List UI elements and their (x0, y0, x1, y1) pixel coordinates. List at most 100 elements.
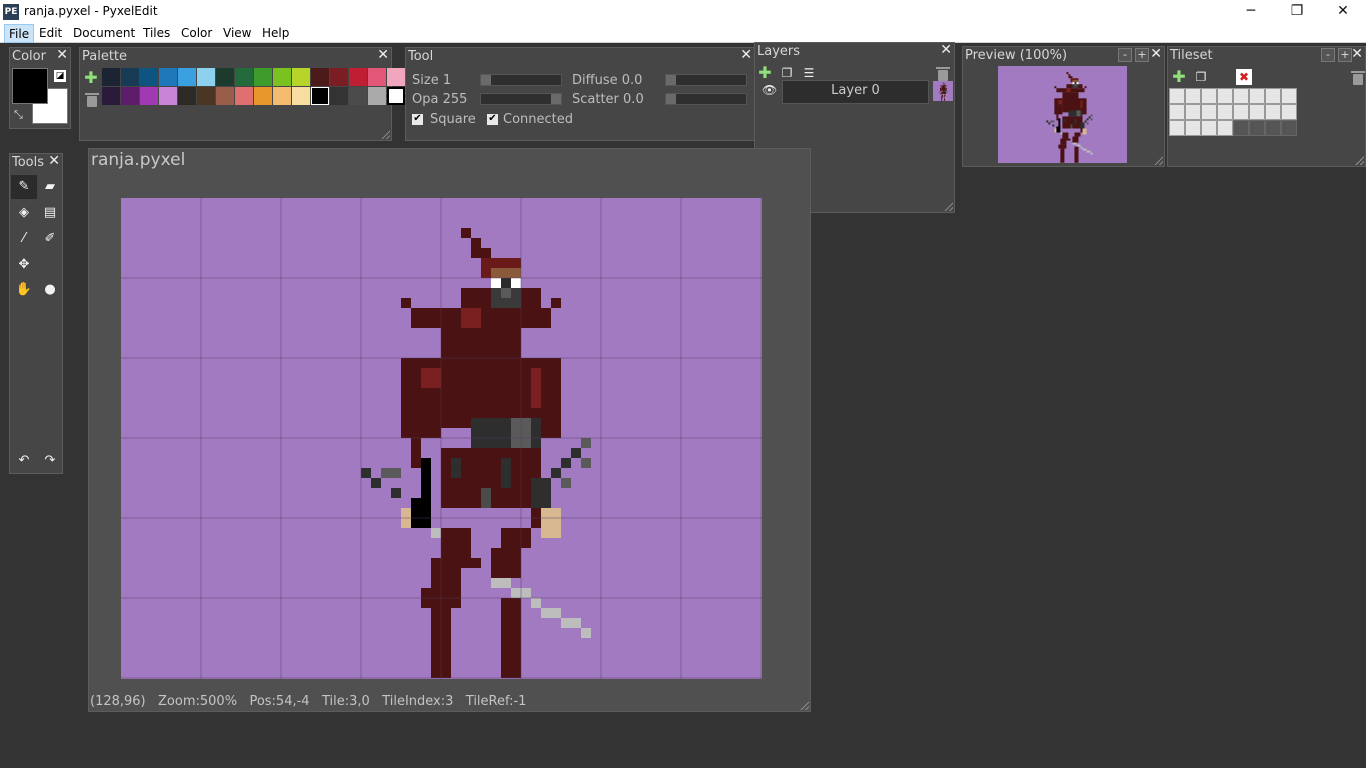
palette-swatch[interactable] (349, 68, 367, 86)
palette-swatch[interactable] (216, 68, 234, 86)
eye-icon[interactable]: 👁 (762, 83, 777, 97)
close-icon[interactable]: ✕ (940, 42, 952, 58)
slider-knob[interactable] (666, 75, 676, 85)
palette-swatch[interactable] (330, 87, 348, 105)
hand-icon[interactable]: ✋ (11, 278, 37, 302)
close-icon[interactable]: ✕ (1150, 46, 1162, 62)
close-icon[interactable]: ✕ (740, 47, 752, 63)
palette-swatch[interactable] (292, 87, 310, 105)
foreground-color-swatch[interactable] (12, 68, 48, 104)
resize-grip[interactable] (1154, 156, 1163, 165)
palette-swatch[interactable] (121, 68, 139, 86)
tile-cell[interactable] (1281, 104, 1297, 120)
canvas-drawing[interactable] (121, 198, 762, 679)
zoom-icon[interactable]: ● (37, 278, 63, 302)
fill-bucket-icon[interactable]: ◈ (11, 201, 37, 225)
minimize-button[interactable]: ─ (1228, 0, 1274, 24)
tile-cell[interactable] (1201, 104, 1217, 120)
brush-icon[interactable]: ✐ (37, 227, 63, 251)
menu-file[interactable]: File (4, 24, 35, 43)
palette-swatch[interactable] (197, 87, 215, 105)
close-window-button[interactable]: ✕ (1320, 0, 1366, 24)
add-color-icon[interactable]: ✚ (82, 69, 100, 87)
tile-cell[interactable] (1265, 88, 1281, 104)
square-checkbox[interactable]: ✔ (412, 114, 423, 125)
menu-color[interactable]: Color (177, 24, 216, 43)
zoom-in-button[interactable]: + (1135, 48, 1149, 62)
palette-swatch[interactable] (349, 87, 367, 105)
diffuse-slider[interactable] (665, 74, 747, 86)
connected-checkbox[interactable]: ✔ (487, 114, 498, 125)
tile-cell[interactable] (1249, 120, 1265, 136)
palette-swatch[interactable] (216, 87, 234, 105)
palette-swatch[interactable] (140, 87, 158, 105)
palette-swatch[interactable] (368, 68, 386, 86)
palette-swatch[interactable] (387, 68, 405, 86)
select-icon[interactable]: ▤ (37, 201, 63, 225)
close-icon[interactable]: ✕ (48, 153, 60, 169)
tile-cell[interactable] (1265, 104, 1281, 120)
palette-swatch[interactable] (178, 87, 196, 105)
slider-knob[interactable] (666, 94, 676, 104)
menu-edit[interactable]: Edit (35, 24, 66, 43)
tile-cell[interactable] (1169, 120, 1185, 136)
restore-button[interactable]: ❐ (1274, 0, 1320, 24)
close-icon[interactable]: ✕ (1351, 46, 1363, 62)
palette-swatch[interactable] (102, 87, 120, 105)
palette-swatch[interactable] (273, 68, 291, 86)
palette-swatch[interactable] (292, 68, 310, 86)
palette-swatch[interactable] (311, 87, 329, 105)
slider-knob[interactable] (551, 94, 561, 104)
menu-document[interactable]: Document (69, 24, 139, 43)
tile-cell[interactable] (1249, 88, 1265, 104)
swap-colors-icon[interactable]: ◪ (54, 70, 66, 82)
pixel-canvas[interactable] (121, 198, 762, 679)
tile-cell[interactable] (1249, 104, 1265, 120)
palette-swatch[interactable] (254, 68, 272, 86)
palette-swatch[interactable] (235, 87, 253, 105)
tile-cell[interactable] (1233, 120, 1249, 136)
redo-icon[interactable]: ↷ (37, 449, 63, 473)
zoom-out-button[interactable]: - (1118, 48, 1132, 62)
tile-cell[interactable] (1201, 88, 1217, 104)
layer-name[interactable]: Layer 0 (782, 80, 929, 104)
tile-cell[interactable] (1217, 88, 1233, 104)
palette-swatch[interactable] (159, 68, 177, 86)
reset-colors-icon[interactable]: ⤡ (14, 108, 28, 122)
delete-tile-icon[interactable]: ✖ (1236, 69, 1252, 85)
resize-grip[interactable] (800, 701, 809, 710)
slider-knob[interactable] (481, 75, 491, 85)
size-slider[interactable] (480, 74, 562, 86)
tile-cell[interactable] (1185, 88, 1201, 104)
palette-swatch[interactable] (235, 68, 253, 86)
palette-swatch[interactable] (330, 68, 348, 86)
close-icon[interactable]: ✕ (377, 47, 389, 63)
palette-swatch[interactable] (387, 87, 405, 105)
palette-swatch[interactable] (102, 68, 120, 86)
tile-cell[interactable] (1217, 120, 1233, 136)
tile-cell[interactable] (1201, 120, 1217, 136)
duplicate-tile-icon[interactable]: ❐ (1192, 68, 1210, 86)
tile-cell[interactable] (1233, 88, 1249, 104)
tile-cell[interactable] (1185, 104, 1201, 120)
palette-swatch[interactable] (121, 87, 139, 105)
layer-row[interactable]: 👁 Layer 0 (756, 79, 953, 104)
opacity-slider[interactable] (480, 93, 562, 105)
tile-cell[interactable] (1169, 88, 1185, 104)
palette-swatch[interactable] (254, 87, 272, 105)
palette-swatch[interactable] (178, 68, 196, 86)
tile-cell[interactable] (1281, 88, 1297, 104)
close-icon[interactable]: ✕ (56, 47, 68, 63)
palette-swatch[interactable] (140, 68, 158, 86)
palette-swatch[interactable] (273, 87, 291, 105)
resize-grip[interactable] (381, 130, 390, 139)
menu-view[interactable]: View (219, 24, 255, 43)
pencil-icon[interactable]: ✎ (11, 175, 37, 199)
trash-icon[interactable] (1351, 70, 1365, 86)
eraser-icon[interactable]: ▰ (37, 175, 63, 199)
scatter-slider[interactable] (665, 93, 747, 105)
resize-grip[interactable] (1355, 156, 1364, 165)
trash-icon[interactable] (85, 92, 99, 108)
tile-cell[interactable] (1185, 120, 1201, 136)
resize-grip[interactable] (944, 202, 953, 211)
